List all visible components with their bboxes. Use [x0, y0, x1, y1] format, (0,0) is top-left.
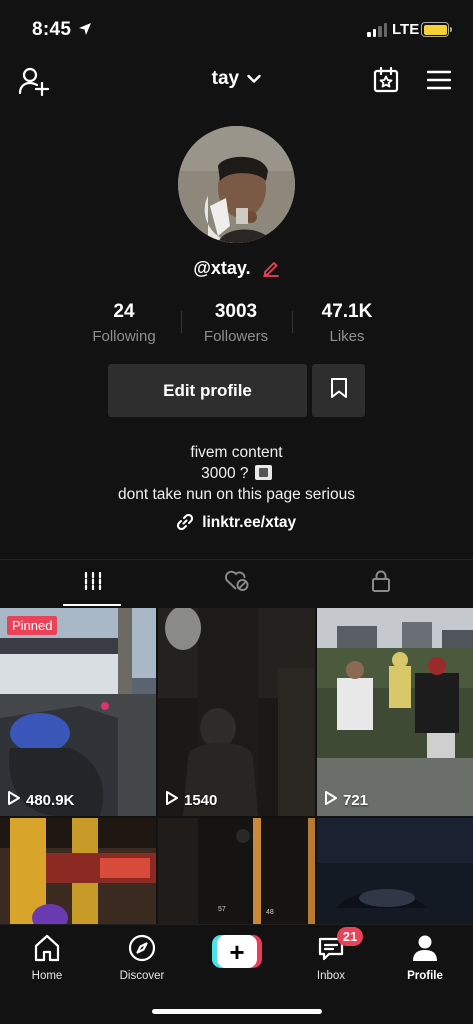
play-icon	[7, 790, 21, 810]
nav-home[interactable]: Home	[2, 933, 92, 982]
nav-inbox[interactable]: Inbox	[286, 933, 376, 982]
creator-tools-icon[interactable]	[373, 66, 399, 99]
emoji-icon	[254, 465, 272, 480]
profile-handle: @xtay.	[193, 258, 251, 278]
stat-followers-label: Followers	[203, 328, 269, 345]
profile-link-text: linktr.ee/xtay	[202, 514, 297, 531]
bio-line: 3000 ?	[0, 463, 473, 484]
tab-videos[interactable]	[14, 560, 171, 606]
stat-following-value: 24	[113, 301, 135, 322]
chevron-down-icon	[247, 68, 262, 90]
video-view-count: 1540	[165, 790, 217, 810]
menu-icon[interactable]	[426, 70, 452, 95]
location-arrow-icon	[78, 22, 92, 41]
account-switcher[interactable]: tay	[0, 68, 473, 90]
video-thumbnail[interactable]: 721	[317, 608, 473, 816]
video-view-count: 480.9K	[7, 790, 74, 810]
profile-link[interactable]: linktr.ee/xtay	[0, 513, 473, 535]
profile-bio: fivem content 3000 ? dont take nun on th…	[0, 442, 473, 505]
nav-inbox-label: Inbox	[316, 970, 346, 982]
compass-icon	[127, 934, 157, 967]
video-thumbnail[interactable]	[317, 818, 473, 924]
status-time: 8:45	[32, 19, 72, 40]
edit-pencil-icon[interactable]	[262, 259, 280, 282]
inbox-badge: 21	[337, 927, 363, 946]
pinned-badge: Pinned	[7, 616, 58, 635]
profile-icon	[410, 935, 440, 967]
play-icon	[165, 790, 179, 810]
svg-text:48: 48	[266, 909, 274, 916]
edit-profile-button[interactable]: Edit profile	[108, 364, 307, 417]
bio-line: fivem content	[190, 444, 283, 461]
battery-icon	[421, 22, 452, 37]
stat-followers-value: 3003	[214, 301, 258, 322]
svg-text:57: 57	[218, 906, 226, 913]
home-icon	[32, 934, 62, 967]
video-view-count: 721	[324, 790, 368, 810]
bio-line: dont take nun on this page serious	[118, 486, 355, 503]
home-indicator	[152, 1009, 322, 1014]
profile-stats: 24 Following 3003 Followers 47.1K Likes	[0, 301, 473, 349]
inbox-icon	[316, 937, 346, 967]
link-icon	[176, 513, 193, 535]
play-icon	[324, 790, 338, 810]
video-thumbnail[interactable]: 1540	[158, 608, 315, 816]
network-type: LTE	[392, 21, 420, 38]
nav-home-label: Home	[31, 970, 63, 982]
profile-tabs	[0, 560, 473, 606]
active-tab-indicator	[63, 604, 121, 606]
cellular-signal-icon	[367, 23, 387, 37]
tab-private[interactable]	[302, 560, 459, 606]
stat-following-label: Following	[92, 328, 156, 345]
header-username: tay	[211, 68, 240, 90]
video-thumbnail[interactable]: 57 48	[158, 818, 315, 924]
profile-handle-row: @xtay.	[0, 258, 473, 282]
video-thumbnail[interactable]: Pinned 480.9K	[0, 608, 156, 816]
stat-following[interactable]: 24 Following	[69, 301, 179, 345]
stat-likes[interactable]: 47.1K Likes	[292, 301, 402, 345]
bookmark-icon	[330, 377, 348, 404]
create-button[interactable]: +	[212, 935, 262, 968]
nav-profile[interactable]: Profile	[380, 933, 470, 982]
lock-icon	[371, 569, 391, 598]
stat-likes-value: 47.1K	[321, 301, 373, 322]
nav-profile-label: Profile	[407, 970, 443, 982]
stat-likes-label: Likes	[329, 328, 365, 345]
favorites-button[interactable]	[312, 364, 365, 417]
video-grid: Pinned 480.9K 1540 721 57 48	[0, 608, 473, 924]
nav-discover-label: Discover	[119, 970, 165, 982]
nav-discover[interactable]: Discover	[97, 933, 187, 982]
liked-hidden-icon	[224, 570, 250, 597]
tab-liked[interactable]	[158, 560, 315, 606]
status-bar: 8:45 LTE	[0, 0, 473, 58]
videos-grid-icon	[83, 571, 103, 596]
avatar[interactable]	[178, 126, 295, 243]
plus-icon: +	[217, 935, 257, 968]
profile-header: tay	[0, 58, 473, 104]
video-thumbnail[interactable]	[0, 818, 156, 924]
stat-followers[interactable]: 3003 Followers	[181, 301, 291, 345]
